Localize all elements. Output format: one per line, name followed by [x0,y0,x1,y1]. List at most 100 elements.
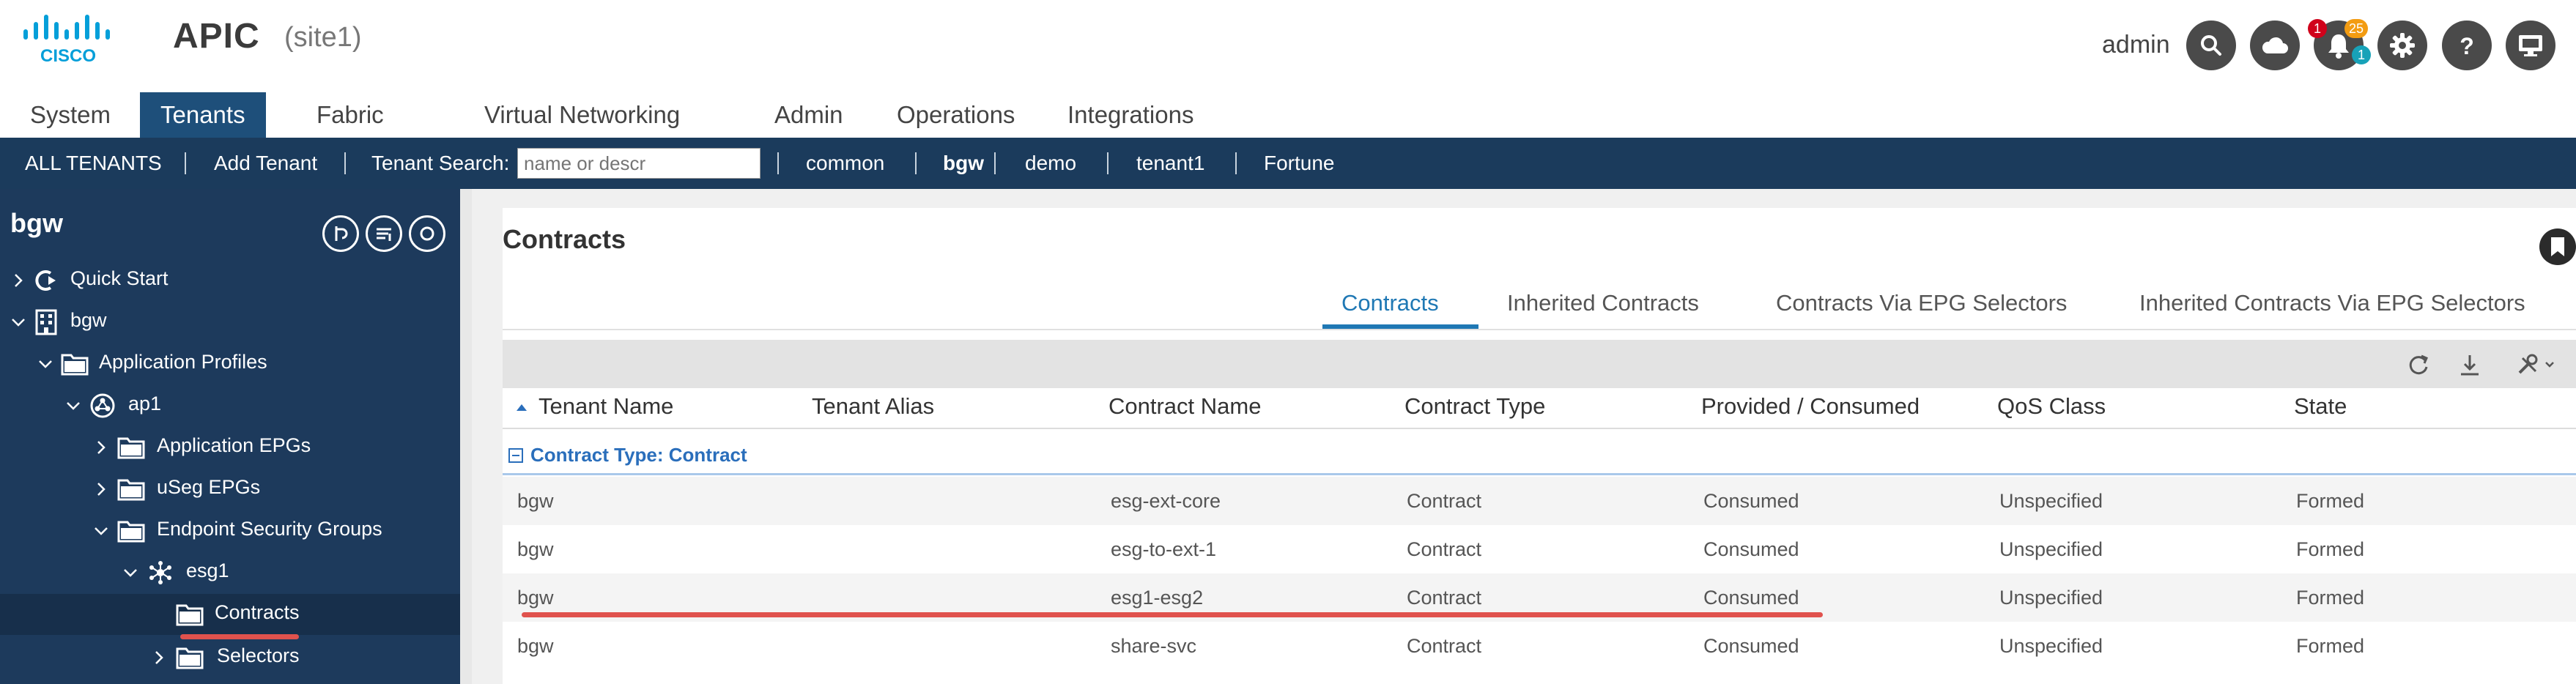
tree-item-application-epgs[interactable]: Application EPGs [0,427,460,468]
cell-contract-name: esg1-esg2 [1111,587,1204,609]
column-header-tenant-alias[interactable]: Tenant Alias [812,393,934,420]
cell-contract-type: Contract [1407,587,1482,609]
subtab-contracts[interactable]: Contracts [1341,290,1439,316]
tab-system[interactable]: System [30,92,111,138]
cell-provided-consumed: Consumed [1703,538,1799,560]
column-header-tenant-name[interactable]: Tenant Name [538,393,673,420]
folder-icon [176,604,204,626]
cell-tenant-name: bgw [517,635,554,657]
tree-item-label: Contracts [215,601,300,623]
sidebar-list-button[interactable] [366,215,402,252]
tree-item-useg-epgs[interactable]: uSeg EPGs [0,469,460,510]
bookmark-button[interactable] [2539,228,2576,265]
tab-tenants[interactable]: Tenants [140,92,266,138]
esg-icon [149,561,171,584]
chevron-down-icon[interactable] [92,521,111,540]
divider [503,473,2576,475]
column-header-qos-class[interactable]: QoS Class [1997,393,2106,420]
divider [777,152,779,174]
subtab-contracts-via-epg-selectors[interactable]: Contracts Via EPG Selectors [1776,290,2067,316]
tree-item-quick-start[interactable]: Quick Start [0,260,460,301]
tree-item-selectors[interactable]: Selectors [0,637,460,678]
sidebar-resize-handle[interactable] [460,189,472,684]
tenant-link-demo[interactable]: demo [1025,138,1076,189]
cell-qos-class: Unspecified [1999,587,2103,609]
tab-operations[interactable]: Operations [897,92,1015,138]
subtab-inherited-contracts[interactable]: Inherited Contracts [1507,290,1699,316]
page-title: Contracts [503,224,626,254]
svg-text:?: ? [2460,33,2474,59]
tenant-link-fortune[interactable]: Fortune [1264,138,1335,189]
application-profile-icon [90,393,115,418]
cell-qos-class: Unspecified [1999,635,2103,657]
tree-item-application-profiles[interactable]: Application Profiles [0,343,460,384]
tab-fabric[interactable]: Fabric [317,92,384,138]
download-button[interactable] [2454,349,2486,381]
tenant-link-bgw[interactable]: bgw [943,138,984,189]
tree-item-label: esg1 [186,560,229,581]
sort-ascending-icon[interactable] [515,402,528,412]
tab-admin[interactable]: Admin [774,92,843,138]
column-header-state[interactable]: State [2294,393,2347,420]
table-row[interactable]: bgw esg-to-ext-1 Contract Consumed Unspe… [503,525,2576,573]
tools-icon [2518,354,2554,374]
cell-state: Formed [2296,490,2365,512]
cell-state: Formed [2296,635,2365,657]
search-button[interactable] [2186,21,2236,70]
divider [503,329,2576,330]
tenant-search-label: Tenant Search: [371,152,510,174]
subtab-inherited-contracts-via-epg-selectors[interactable]: Inherited Contracts Via EPG Selectors [2139,290,2525,316]
tenant-link-common[interactable]: common [806,138,884,189]
user-menu[interactable]: admin [2102,31,2170,59]
chevron-down-icon[interactable] [121,563,140,582]
settings-button[interactable] [2377,21,2427,70]
chevron-down-icon[interactable] [64,396,83,415]
tenant-search-input[interactable] [517,148,760,179]
tenant-bar: ALL TENANTS Add Tenant Tenant Search: co… [0,138,2576,189]
collapse-group-icon[interactable] [508,448,523,463]
cell-tenant-name: bgw [517,490,554,512]
tree-item-ap1[interactable]: ap1 [0,385,460,426]
tree-item-label: Quick Start [70,267,169,289]
tab-virtual-networking[interactable]: Virtual Networking [484,92,680,138]
tree-item-tenant-bgw[interactable]: bgw [0,302,460,343]
divider [1107,152,1109,174]
cell-qos-class: Unspecified [1999,538,2103,560]
chevron-right-icon[interactable] [92,438,111,457]
all-tenants-link[interactable]: ALL TENANTS [25,138,162,189]
column-header-provided-consumed[interactable]: Provided / Consumed [1701,393,1920,420]
app-title: APIC [173,17,260,56]
chevron-right-icon[interactable] [92,480,111,499]
tenant-link-tenant1[interactable]: tenant1 [1136,138,1204,189]
cloud-button[interactable] [2250,21,2300,70]
chevron-right-icon[interactable] [9,271,28,290]
history-icon [335,226,348,241]
monitor-icon [2519,35,2542,56]
top-header: CISCO APIC (site1) admin 1 25 1 ? System… [0,0,2576,138]
column-header-contract-type[interactable]: Contract Type [1404,393,1545,420]
chevron-down-icon[interactable] [9,313,28,332]
table-row[interactable]: bgw share-svc Contract Consumed Unspecif… [503,622,2576,670]
refresh-button[interactable] [2402,349,2435,381]
sidebar-history-button[interactable] [322,215,359,252]
chevron-down-icon[interactable] [36,354,55,373]
add-tenant-link[interactable]: Add Tenant [214,138,317,189]
sidebar-refresh-button[interactable] [409,215,445,252]
help-button[interactable]: ? [2442,21,2492,70]
column-header-contract-name[interactable]: Contract Name [1109,393,1261,420]
cell-contract-type: Contract [1407,538,1482,560]
cisco-wordmark: CISCO [40,46,96,64]
tree-item-contracts[interactable]: Contracts [0,594,460,635]
cloud-icon [2262,37,2288,53]
cisco-logo: CISCO [23,15,110,64]
table-row[interactable]: bgw esg-ext-core Contract Consumed Unspe… [503,477,2576,525]
folder-icon [117,479,145,501]
monitor-button[interactable] [2506,21,2555,70]
site-name: (site1) [284,22,362,53]
cell-contract-name: esg-to-ext-1 [1111,538,1217,560]
tree-item-esg1[interactable]: esg1 [0,552,460,593]
tools-menu-button[interactable] [2514,349,2558,381]
tab-integrations[interactable]: Integrations [1067,92,1193,138]
chevron-right-icon[interactable] [149,648,169,667]
tree-item-endpoint-security-groups[interactable]: Endpoint Security Groups [0,510,460,551]
